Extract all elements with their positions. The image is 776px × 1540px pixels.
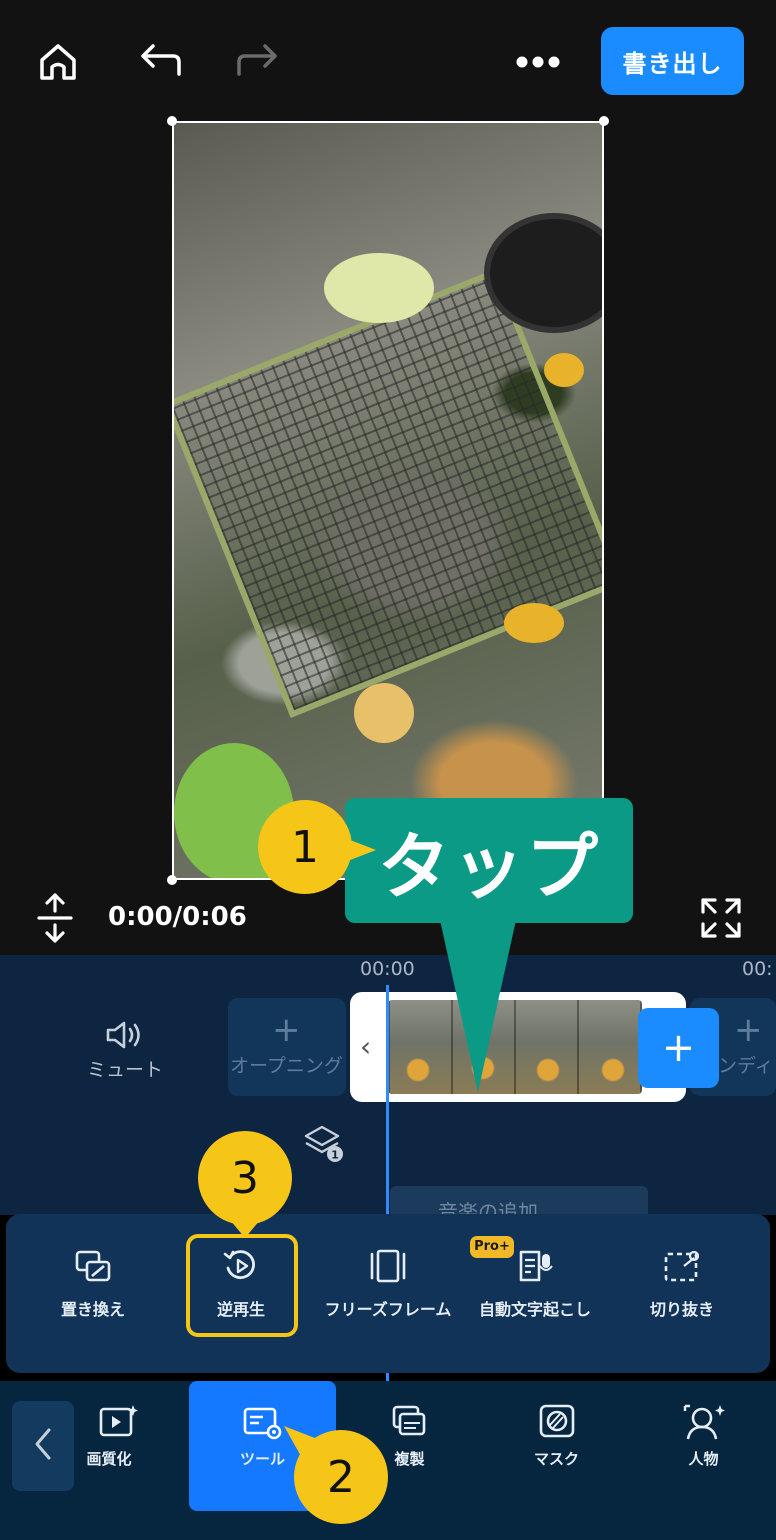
- auto-caption-icon: [515, 1248, 555, 1288]
- tools-icon: [241, 1403, 285, 1445]
- fullscreen-icon[interactable]: [698, 895, 744, 941]
- tap-callout: タップ: [345, 798, 633, 923]
- speaker-icon[interactable]: [104, 1020, 144, 1054]
- fit-vertical-icon[interactable]: [32, 892, 78, 944]
- pro-badge: Pro+: [470, 1236, 514, 1258]
- plus-icon: +: [734, 1010, 763, 1050]
- crop-handle[interactable]: [599, 116, 609, 126]
- plus-icon: +: [272, 1010, 301, 1050]
- tool-freeze-frame[interactable]: フリーズフレーム: [313, 1240, 463, 1340]
- video-enhance-icon: [97, 1403, 139, 1443]
- person-icon: [682, 1403, 726, 1445]
- preview-sweet-potato-shape: [354, 683, 414, 743]
- preview-corn-shape: [544, 353, 584, 387]
- playback-time: 0:00/0:06: [108, 902, 247, 932]
- clip-thumbnails: [388, 1000, 642, 1094]
- tool-label: 置き換え: [60, 1300, 125, 1319]
- tab-label: 人物: [688, 1450, 719, 1468]
- ending-label: ンディン: [718, 1055, 776, 1077]
- tab-enhance[interactable]: 画質化: [44, 1381, 191, 1511]
- add-clip-button[interactable]: +: [638, 1008, 719, 1088]
- opening-slot[interactable]: + オープニング: [228, 998, 346, 1096]
- cutout-icon: [662, 1248, 702, 1288]
- undo-icon[interactable]: [136, 40, 184, 80]
- top-bar: 書き出し: [0, 0, 776, 110]
- opening-label: オープニング: [230, 1055, 343, 1077]
- video-preview[interactable]: [172, 121, 604, 880]
- tool-label: フリーズフレーム: [324, 1300, 452, 1319]
- reverse-highlight-box: [186, 1234, 298, 1337]
- tab-label: 画質化: [86, 1450, 132, 1468]
- replace-icon: [73, 1248, 113, 1288]
- tool-label: 切り抜き: [649, 1300, 714, 1319]
- step-2-marker: 2: [294, 1430, 388, 1524]
- crop-handle[interactable]: [167, 116, 177, 126]
- step-3-marker: 3: [198, 1131, 292, 1225]
- ruler-time-next: 00:: [742, 958, 773, 980]
- tool-label: 自動文字起こし: [478, 1300, 591, 1319]
- preview-corn-shape: [504, 603, 564, 643]
- tool-cutout[interactable]: 切り抜き: [607, 1240, 757, 1340]
- tab-mask[interactable]: マスク: [483, 1381, 630, 1511]
- preview-plate-shape: [324, 253, 434, 323]
- step-1-marker: 1: [258, 800, 352, 894]
- crop-handle[interactable]: [167, 875, 177, 885]
- home-icon[interactable]: [34, 38, 82, 86]
- more-options-icon[interactable]: [512, 48, 564, 76]
- tab-person[interactable]: 人物: [630, 1381, 776, 1511]
- layers-icon[interactable]: 1: [302, 1123, 346, 1169]
- tab-label: マスク: [533, 1450, 579, 1468]
- preview-grill-shape: [174, 267, 602, 719]
- export-button[interactable]: 書き出し: [601, 27, 744, 95]
- chevron-left-icon[interactable]: ‹: [360, 1030, 371, 1063]
- redo-icon[interactable]: [234, 40, 282, 80]
- layer-count: 1: [331, 1149, 339, 1162]
- tool-replace[interactable]: 置き換え: [18, 1240, 168, 1340]
- step-1-pointer: [340, 836, 376, 864]
- duplicate-icon: [390, 1403, 430, 1443]
- video-clip[interactable]: ‹: [350, 992, 686, 1102]
- ruler-time-start: 00:00: [360, 958, 415, 980]
- step-3-pointer: [225, 1214, 265, 1238]
- mute-label[interactable]: ミュート: [87, 1055, 163, 1082]
- mask-icon: [538, 1403, 576, 1443]
- freeze-frame-icon: [368, 1248, 408, 1288]
